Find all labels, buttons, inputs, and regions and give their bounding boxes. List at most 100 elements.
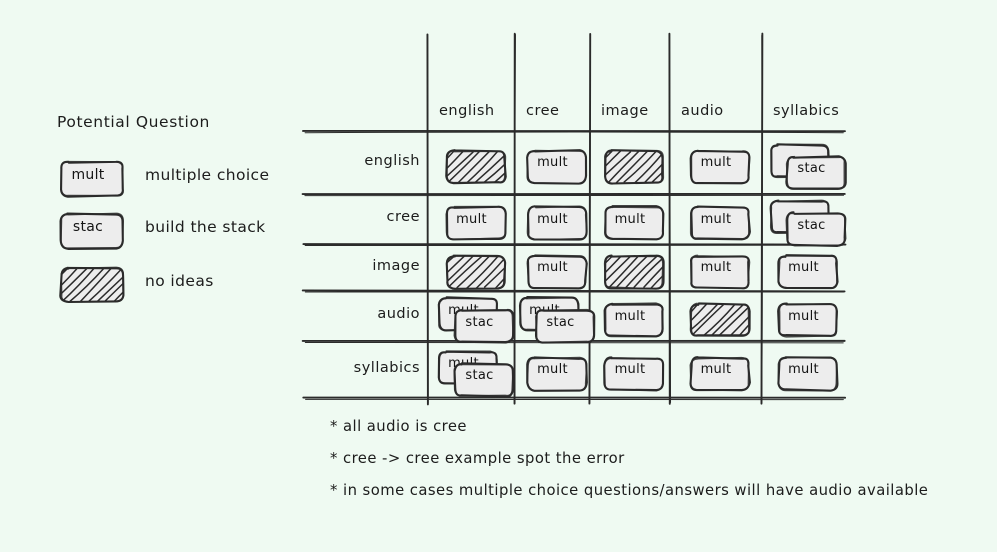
matrix-cell-english-audio: mult	[670, 131, 762, 194]
matrix-cell-cree-syllabics: stac	[762, 194, 846, 247]
note-item: * all audio is cree	[330, 418, 467, 435]
card-label: mult	[700, 155, 732, 170]
row-header-audio: audio	[377, 306, 420, 322]
matrix-cell-syllabics-cree: mult	[515, 341, 590, 398]
card-back-label: mult	[448, 302, 479, 318]
legend: Potential Question mult multiple choice …	[57, 113, 317, 307]
matrix-cell-audio-audio	[670, 291, 762, 341]
card-mult: mult	[524, 203, 588, 241]
card-label: mult	[700, 362, 732, 377]
card-hatched	[687, 300, 751, 337]
row-header-cree: cree	[386, 209, 420, 225]
card-mult: mult	[687, 147, 751, 184]
legend-label-multiple-choice: multiple choice	[145, 166, 270, 184]
card-label: mult	[537, 211, 568, 227]
legend-item-no-ideas: no ideas	[57, 255, 317, 307]
card-stacked-stac: stac	[767, 197, 846, 247]
card-mult: mult	[601, 354, 665, 392]
matrix-cell-cree-image: mult	[590, 194, 670, 244]
card-mult: mult	[775, 300, 838, 338]
card-label: mult	[788, 260, 819, 275]
matrix-cell-cree-audio: mult	[670, 194, 762, 244]
card-back-label: mult	[448, 356, 479, 371]
column-header-syllabics: syllabics	[773, 103, 840, 119]
matrix-cell-cree-cree: mult	[515, 194, 590, 244]
card-mult: mult	[601, 203, 665, 241]
matrix-cell-image-audio: mult	[670, 244, 762, 291]
card-label: mult	[614, 211, 646, 227]
legend-chip-hatched	[57, 264, 145, 304]
card-mult: mult	[687, 354, 751, 391]
legend-title: Potential Question	[57, 113, 210, 131]
card-label: stac	[465, 314, 494, 330]
row-header-english: english	[364, 152, 420, 169]
column-header-image: image	[601, 103, 649, 119]
card-label: mult	[614, 362, 646, 377]
card-mult: mult	[524, 147, 587, 185]
card-stacked-stac: mult stac	[435, 294, 515, 344]
matrix-cell-audio-english: mult stac	[428, 291, 515, 344]
card-label: stac	[797, 217, 826, 233]
card-label: mult	[456, 211, 487, 227]
row-header-syllabics: syllabics	[353, 359, 420, 376]
card-mult: mult	[775, 354, 838, 392]
card-stacked-stac: mult stac	[516, 294, 595, 344]
card-mult: mult	[443, 203, 507, 241]
card-mult: mult	[601, 300, 664, 338]
matrix-cell-english-image	[590, 131, 670, 194]
card-label: mult	[700, 211, 732, 227]
row-header-image: image	[372, 257, 420, 274]
card-stacked-stac: mult stac	[435, 348, 514, 398]
column-header-audio: audio	[681, 103, 724, 119]
card-mult: mult	[775, 252, 839, 289]
card-label: stac	[465, 368, 494, 383]
legend-chip-stac: stac	[57, 210, 145, 250]
card-hatched	[601, 252, 665, 290]
note-item: * in some cases multiple choice question…	[330, 482, 929, 499]
card-label: stac	[797, 161, 826, 176]
card-hatched	[443, 147, 507, 184]
matrix-cell-syllabics-syllabics: mult	[762, 341, 845, 398]
matrix-cell-audio-cree: mult stac	[515, 291, 595, 344]
card-mult: mult	[524, 252, 588, 290]
card-label: stac	[546, 314, 575, 330]
note-item: * cree -> cree example spot the error	[330, 450, 625, 467]
legend-item-build-the-stack: stac build the stack	[57, 201, 317, 253]
column-header-english: english	[439, 103, 495, 119]
matrix-cell-image-english	[428, 244, 515, 291]
notes-list: * all audio is cree * cree -> cree examp…	[330, 418, 970, 514]
legend-label-build-the-stack: build the stack	[145, 218, 266, 236]
matrix-cell-audio-syllabics: mult	[762, 291, 845, 341]
legend-label-no-ideas: no ideas	[145, 272, 214, 290]
card-label: mult	[537, 260, 568, 275]
card-label: mult	[788, 362, 819, 377]
column-header-cree: cree	[526, 103, 560, 119]
card-mult: mult	[687, 252, 751, 289]
matrix-cell-image-image	[590, 244, 670, 291]
matrix-cell-syllabics-audio: mult	[670, 341, 762, 398]
matrix-cell-english-cree: mult	[515, 131, 590, 194]
card-stacked-stac: stac	[767, 141, 847, 190]
matrix-cell-english-syllabics: stac	[762, 131, 847, 194]
matrix-cell-image-cree: mult	[515, 244, 590, 291]
card-label: mult	[614, 308, 646, 324]
card-label: mult	[537, 155, 568, 170]
matrix-cell-syllabics-english: mult stac	[428, 341, 515, 398]
legend-item-multiple-choice: mult multiple choice	[57, 149, 317, 201]
card-label: mult	[537, 362, 568, 377]
legend-chip-mult: mult	[57, 158, 145, 198]
card-label: mult	[788, 308, 819, 324]
card-mult: mult	[687, 203, 751, 241]
matrix-cell-image-syllabics: mult	[762, 244, 845, 291]
matrix-cell-english-english	[428, 131, 515, 194]
matrix-cell-audio-image: mult	[590, 291, 670, 341]
matrix-cell-cree-english: mult	[428, 194, 515, 244]
card-back-label: mult	[529, 302, 560, 318]
card-mult: mult	[524, 354, 588, 392]
card-label: mult	[700, 260, 732, 275]
card-hatched	[57, 264, 125, 304]
card-stac: stac	[57, 210, 125, 250]
matrix-cell-syllabics-image: mult	[590, 341, 670, 398]
card-hatched	[601, 147, 665, 185]
card-mult: mult	[57, 158, 124, 198]
